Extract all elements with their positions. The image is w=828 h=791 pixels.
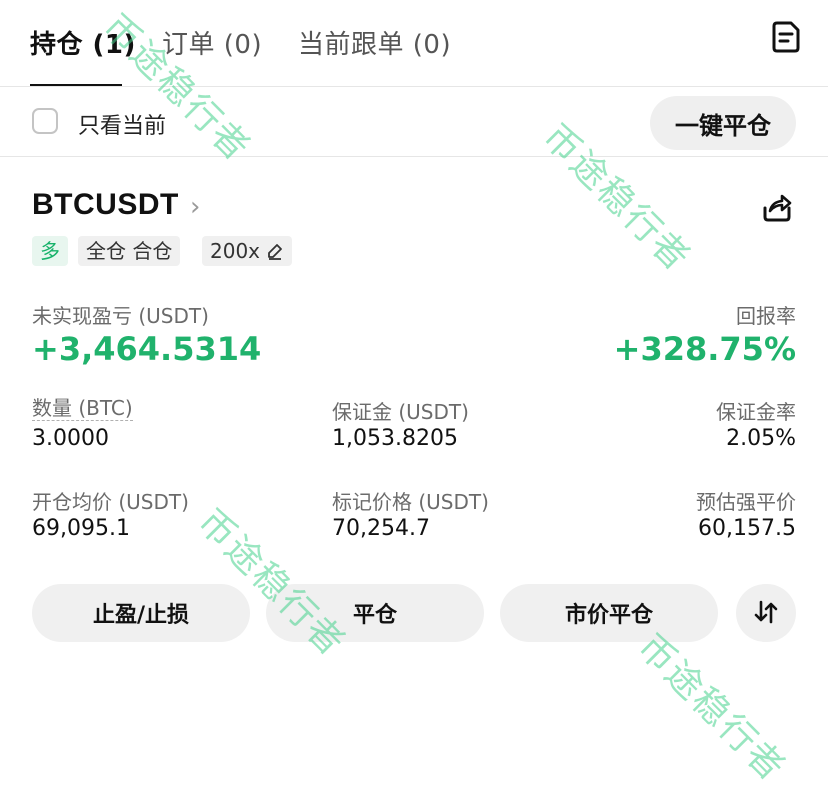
tp-sl-button[interactable]: 止盈/止损 — [32, 584, 250, 642]
margin-mode-tag: 全仓 合仓 — [78, 236, 181, 266]
side-tag: 多 — [32, 236, 68, 266]
filter-divider — [0, 156, 828, 157]
margin-value: 1,053.8205 — [332, 426, 458, 451]
edit-icon[interactable] — [266, 242, 284, 260]
entry-price-label: 开仓均价 (USDT) — [32, 490, 189, 514]
margin-label: 保证金 (USDT) — [332, 400, 469, 424]
tab-copy-trades[interactable]: 当前跟单 (0) — [298, 24, 451, 61]
only-current-label[interactable]: 只看当前 — [78, 108, 166, 140]
close-all-button[interactable]: 一键平仓 — [650, 96, 796, 150]
share-icon[interactable] — [760, 190, 794, 224]
position-symbol[interactable]: BTCUSDT — [32, 188, 179, 222]
tabs-divider — [0, 86, 828, 87]
quantity-value: 3.0000 — [32, 426, 109, 451]
leverage-tag[interactable]: 200x — [202, 236, 293, 266]
close-position-button[interactable]: 平仓 — [266, 584, 484, 642]
orders-list-icon[interactable] — [770, 20, 802, 54]
swap-arrows-icon — [754, 600, 778, 623]
entry-price-value: 69,095.1 — [32, 516, 130, 541]
roe-value: +328.75% — [613, 330, 796, 368]
margin-ratio-label: 保证金率 — [716, 400, 796, 424]
margin-ratio-value: 2.05% — [726, 426, 796, 451]
chevron-right-icon[interactable]: › — [190, 192, 200, 222]
leverage-value: 200x — [210, 239, 261, 263]
unrealized-pnl-label: 未实现盈亏 (USDT) — [32, 304, 209, 328]
tab-orders[interactable]: 订单 (0) — [162, 24, 262, 61]
liquidation-price-value: 60,157.5 — [698, 516, 796, 541]
mark-price-label: 标记价格 (USDT) — [332, 490, 489, 514]
position-tabs: 持仓 (1) 订单 (0) 当前跟单 (0) — [0, 0, 828, 87]
quantity-label[interactable]: 数量 (BTC) — [32, 396, 133, 421]
roe-label: 回报率 — [736, 304, 796, 328]
reverse-position-button[interactable] — [736, 584, 796, 642]
unrealized-pnl-value: +3,464.5314 — [32, 330, 262, 368]
watermark: 币途稳行者 — [629, 626, 793, 790]
only-current-checkbox[interactable] — [32, 108, 58, 134]
tab-positions[interactable]: 持仓 (1) — [30, 24, 136, 61]
market-close-button[interactable]: 市价平仓 — [500, 584, 718, 642]
liquidation-price-label: 预估强平价 — [696, 490, 796, 514]
mark-price-value: 70,254.7 — [332, 516, 430, 541]
